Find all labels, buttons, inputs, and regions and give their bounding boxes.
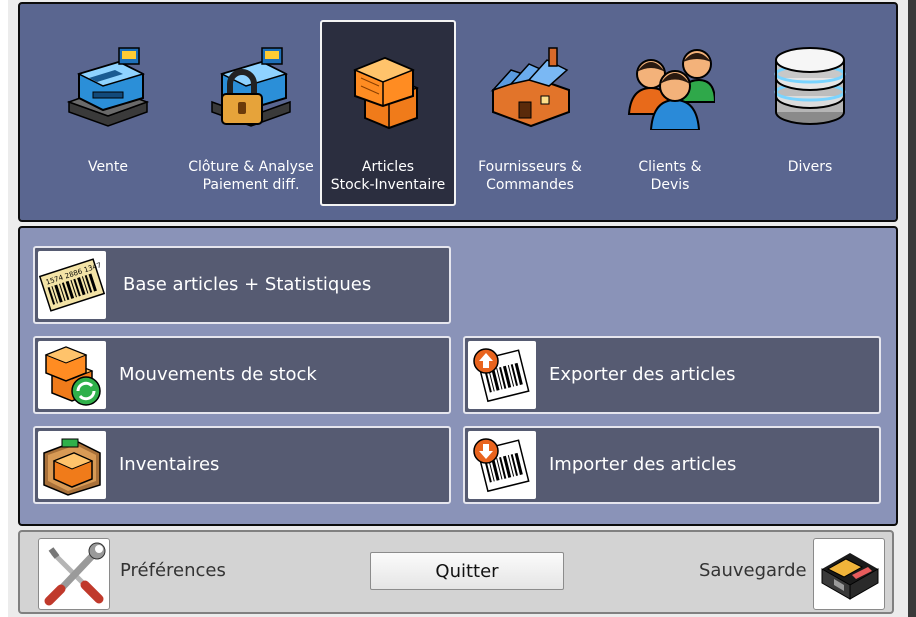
locked-register-icon [211, 47, 291, 127]
box-refresh-icon [44, 346, 101, 406]
module-clients[interactable]: Clients & Devis [602, 20, 738, 206]
tools-icon [44, 542, 106, 606]
cash-register-icon [66, 47, 150, 127]
boxes-icon [353, 56, 420, 130]
users-icon [627, 49, 715, 130]
button-label: Mouvements de stock [119, 364, 317, 385]
module-cloture[interactable]: Clôture & Analyse Paiement diff. [183, 20, 319, 206]
database-icon [774, 47, 846, 125]
base-articles-button[interactable]: 1574 2886 1347 Base articles + Statistiq… [33, 246, 451, 324]
module-label: Vente [87, 159, 129, 175]
barcode-icon: 1574 2886 1347 [38, 258, 106, 312]
module-label: Divers [787, 159, 833, 175]
barcode-export-icon [473, 348, 530, 403]
module-articles[interactable]: Articles Stock-Inventaire [320, 20, 456, 206]
sauvegarde-label: Sauvegarde [699, 560, 807, 581]
inventaires-button[interactable]: Inventaires [33, 426, 451, 504]
module-label: Articles Stock-Inventaire [330, 159, 446, 193]
button-label: Inventaires [119, 454, 220, 475]
importer-articles-button[interactable]: Importer des articles [463, 426, 881, 504]
module-label: Clôture & Analyse Paiement diff. [188, 159, 314, 193]
exporter-articles-button[interactable]: Exporter des articles [463, 336, 881, 414]
actions-panel: 1574 2886 1347 Base articles + Statistiq… [18, 226, 898, 526]
module-divers[interactable]: Divers [742, 20, 878, 206]
bottom-bar: Préférences Quitter Sauvegarde [18, 530, 894, 614]
module-vente[interactable]: Vente [40, 20, 176, 206]
mouvements-stock-button[interactable]: Mouvements de stock [33, 336, 451, 414]
factory-icon [490, 47, 570, 128]
module-label: Fournisseurs & Commandes [478, 159, 582, 193]
quit-button[interactable]: Quitter [370, 552, 564, 590]
button-label: Exporter des articles [549, 364, 736, 385]
floppy-disk-icon [821, 553, 879, 600]
module-fournisseurs[interactable]: Fournisseurs & Commandes [462, 20, 598, 206]
clipboard-box-icon [43, 438, 101, 496]
window-edge [908, 0, 916, 617]
preferences-label: Préférences [120, 560, 226, 581]
barcode-import-icon [473, 438, 530, 493]
module-label: Clients & Devis [638, 159, 702, 193]
preferences-button[interactable] [38, 538, 110, 610]
button-label: Importer des articles [549, 454, 737, 475]
sauvegarde-button[interactable] [813, 538, 885, 610]
button-label: Base articles + Statistiques [123, 274, 372, 295]
module-bar: Vente Clôture & Analyse Paiement diff. A… [18, 2, 898, 222]
